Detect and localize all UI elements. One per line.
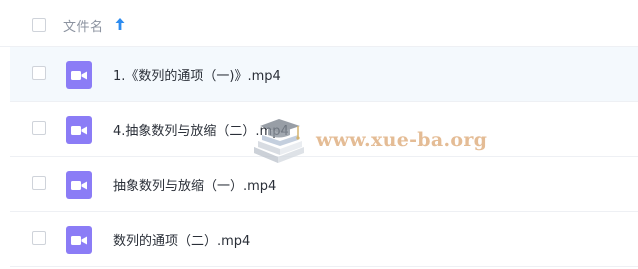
select-all-checkbox[interactable]: [32, 18, 46, 32]
file-name[interactable]: 抽象数列与放缩（一）.mp4: [113, 175, 276, 194]
row-checkbox[interactable]: [32, 231, 46, 245]
row-checkbox[interactable]: [32, 176, 46, 190]
row-checkbox[interactable]: [32, 121, 46, 135]
file-row[interactable]: 1.《数列的通项（一)》.mp4: [10, 47, 638, 102]
filename-column-header[interactable]: 文件名: [63, 16, 104, 35]
watermark-text: www.xue-ba.org: [316, 129, 488, 151]
video-file-icon: [66, 171, 92, 199]
video-file-icon: [66, 226, 92, 254]
file-name[interactable]: 1.《数列的通项（一)》.mp4: [113, 65, 281, 84]
row-checkbox[interactable]: [32, 66, 46, 80]
file-list-header: 文件名: [0, 0, 638, 47]
file-name[interactable]: 数列的通项（二）.mp4: [113, 230, 250, 249]
video-file-icon: [66, 116, 92, 144]
file-row[interactable]: 抽象数列与放缩（一）.mp4: [10, 157, 638, 212]
watermark-logo-icon: [254, 119, 304, 163]
sort-ascending-icon[interactable]: [114, 17, 126, 31]
video-file-icon: [66, 61, 92, 89]
file-row[interactable]: 数列的通项（二）.mp4: [10, 212, 638, 267]
